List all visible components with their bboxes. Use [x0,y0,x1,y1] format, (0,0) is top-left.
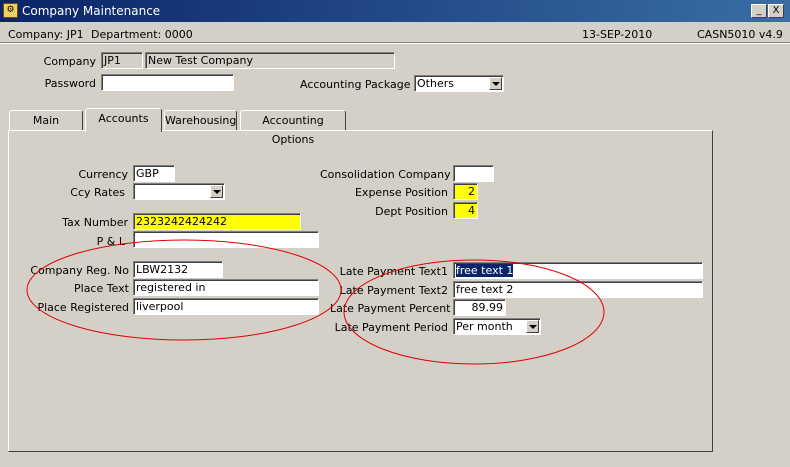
annotation-ellipse-left [26,239,342,341]
annotation-ellipse-right [343,259,605,365]
tab-accounts[interactable]: Accounts [85,108,162,132]
annotation-overlay [26,239,605,365]
